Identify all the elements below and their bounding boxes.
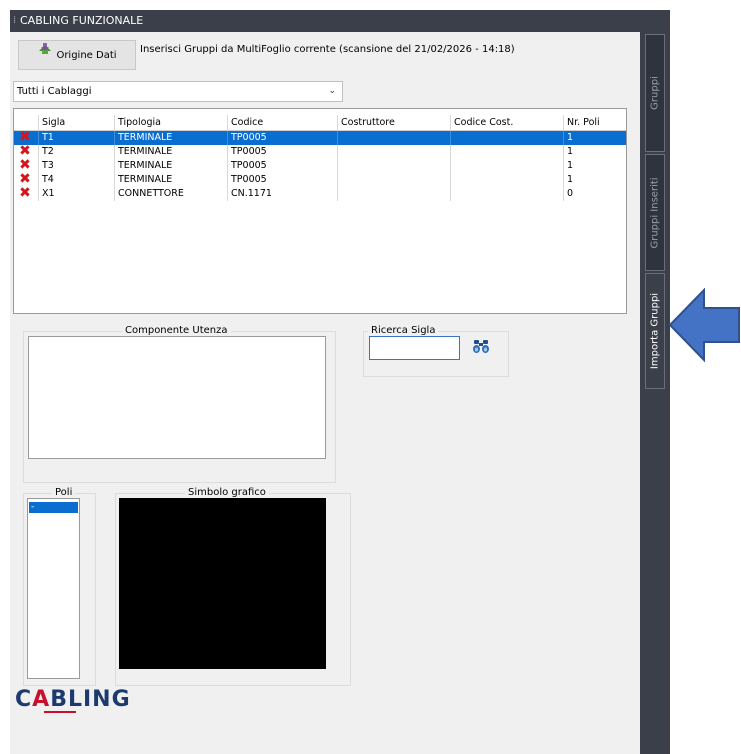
tab-gruppi-label: Gruppi <box>649 76 661 110</box>
cell-nr-poli: 1 <box>563 173 626 187</box>
col-tipologia[interactable]: Tipologia <box>114 115 227 130</box>
ricerca-sigla-label: Ricerca Sigla <box>368 325 439 336</box>
tab-gruppi-inseriti-label: Gruppi Inseriti <box>649 176 661 249</box>
tab-importa-gruppi[interactable]: Importa Gruppi <box>645 273 665 389</box>
table-row[interactable]: ✖ T1 TERMINALE TP0005 1 <box>14 130 626 145</box>
simbolo-grafico-canvas <box>119 498 326 669</box>
cell-sigla: X1 <box>38 187 114 201</box>
title-bar[interactable]: ⁞ CABLING FUNZIONALE <box>10 10 640 32</box>
poli-label: Poli <box>52 487 76 498</box>
scan-info-text: Inserisci Gruppi da MultiFoglio corrente… <box>140 44 515 55</box>
grip-icon[interactable]: ⁞ <box>13 10 16 32</box>
col-codice[interactable]: Codice <box>227 115 337 130</box>
cell-codice-cost <box>450 131 563 145</box>
componente-utenza-label: Componente Utenza <box>122 325 231 336</box>
cell-sigla: T4 <box>38 173 114 187</box>
cell-codice: TP0005 <box>227 131 337 145</box>
table-header: Sigla Tipologia Codice Costruttore Codic… <box>14 115 626 131</box>
cell-codice: TP0005 <box>227 145 337 159</box>
cell-costruttore <box>337 159 450 173</box>
table-row[interactable]: ✖ T3 TERMINALE TP0005 1 <box>14 158 626 173</box>
cell-tipologia: TERMINALE <box>114 173 227 187</box>
list-item[interactable]: - <box>29 502 78 513</box>
table-row[interactable]: ✖ T2 TERMINALE TP0005 1 <box>14 144 626 159</box>
col-nr-poli[interactable]: Nr. Poli <box>563 115 626 130</box>
cablaggi-select-value: Tutti i Cablaggi <box>17 86 92 97</box>
cell-codice: CN.1171 <box>227 187 337 201</box>
col-costruttore[interactable]: Costruttore <box>337 115 450 130</box>
chevron-down-icon[interactable]: ⌄ <box>328 82 336 101</box>
componente-utenza-textarea[interactable] <box>28 336 326 459</box>
cell-sigla: T1 <box>38 131 114 145</box>
cell-nr-poli: 1 <box>563 159 626 173</box>
cablaggi-select[interactable]: Tutti i Cablaggi ⌄ <box>13 81 343 102</box>
cell-costruttore <box>337 187 450 201</box>
header-icon-col <box>14 115 38 130</box>
cell-nr-poli: 1 <box>563 131 626 145</box>
database-icon <box>37 41 53 69</box>
col-codice-cost[interactable]: Codice Cost. <box>450 115 563 130</box>
delete-icon[interactable]: ✖ <box>18 186 32 201</box>
origine-dati-label: Origine Dati <box>56 50 117 61</box>
origine-dati-button[interactable]: Origine Dati <box>18 40 136 70</box>
cabling-logo: CABLING <box>15 687 131 712</box>
cell-codice-cost <box>450 173 563 187</box>
cell-costruttore <box>337 173 450 187</box>
cell-nr-poli: 1 <box>563 145 626 159</box>
cell-codice: TP0005 <box>227 173 337 187</box>
tab-gruppi-inseriti[interactable]: Gruppi Inseriti <box>645 154 665 271</box>
cell-costruttore <box>337 145 450 159</box>
cell-costruttore <box>337 131 450 145</box>
cell-codice-cost <box>450 187 563 201</box>
cell-sigla: T2 <box>38 145 114 159</box>
poli-list[interactable]: - <box>27 498 80 679</box>
panel-title: CABLING FUNZIONALE <box>20 14 144 27</box>
cell-tipologia: TERMINALE <box>114 131 227 145</box>
table-row[interactable]: ✖ X1 CONNETTORE CN.1171 0 <box>14 186 626 201</box>
cell-tipologia: CONNETTORE <box>114 187 227 201</box>
tab-importa-gruppi-label: Importa Gruppi <box>649 292 661 370</box>
cell-codice: TP0005 <box>227 159 337 173</box>
gruppi-table: Sigla Tipologia Codice Costruttore Codic… <box>13 108 627 314</box>
simbolo-grafico-label: Simbolo grafico <box>185 487 269 498</box>
tab-gruppi[interactable]: Gruppi <box>645 34 665 152</box>
col-sigla[interactable]: Sigla <box>38 115 114 130</box>
cell-sigla: T3 <box>38 159 114 173</box>
ricerca-sigla-input[interactable] <box>369 336 460 360</box>
table-row[interactable]: ✖ T4 TERMINALE TP0005 1 <box>14 172 626 187</box>
logo-underline <box>44 711 76 713</box>
cell-tipologia: TERMINALE <box>114 145 227 159</box>
binoculars-icon[interactable] <box>472 337 490 359</box>
cell-tipologia: TERMINALE <box>114 159 227 173</box>
pointer-arrow <box>668 287 741 363</box>
cell-codice-cost <box>450 159 563 173</box>
cell-nr-poli: 0 <box>563 187 626 201</box>
cell-codice-cost <box>450 145 563 159</box>
